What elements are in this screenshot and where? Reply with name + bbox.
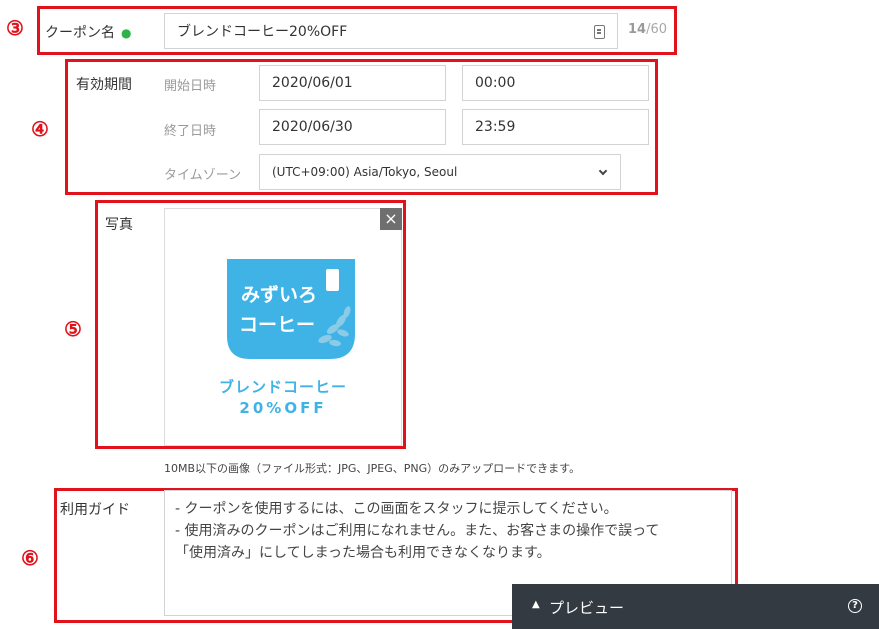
start-time-value: 00:00 xyxy=(475,75,516,91)
end-date-input[interactable]: 2020/06/30 xyxy=(259,109,446,145)
caption-line2: 20%OFF xyxy=(239,399,326,417)
start-date-input[interactable]: 2020/06/01 xyxy=(259,65,446,101)
guide-label: 利用ガイド xyxy=(60,502,130,518)
char-count-max: /60 xyxy=(646,22,668,37)
coupon-name-label: クーポン名 ● xyxy=(45,25,132,41)
start-date-value: 2020/06/01 xyxy=(272,75,353,91)
timezone-select[interactable]: (UTC+09:00) Asia/Tokyo, Seoul xyxy=(259,154,621,190)
emoji-icon[interactable] xyxy=(594,25,605,39)
start-time-input[interactable]: 00:00 xyxy=(462,65,649,101)
logo-text-line1: みずいろ xyxy=(241,284,317,306)
coupon-name-value: ブレンドコーヒー20%OFF xyxy=(177,24,348,40)
timezone-value: (UTC+09:00) Asia/Tokyo, Seoul xyxy=(272,165,458,179)
remove-photo-button[interactable]: × xyxy=(380,208,402,230)
logo-cup-shape xyxy=(326,269,339,291)
caption-line1: ブレンドコーヒー xyxy=(219,378,347,396)
guide-line: - 使用済みのクーポンはご利用になれません。また、お客さまの操作で誤って xyxy=(175,523,660,539)
annotation-marker-4: ④ xyxy=(31,117,49,141)
validity-label: 有効期間 xyxy=(76,77,132,93)
annotation-marker-6: ⑥ xyxy=(21,546,39,570)
timezone-label: タイムゾーン xyxy=(164,168,242,183)
end-time-input[interactable]: 23:59 xyxy=(462,109,649,145)
guide-line: - クーポンを使用するには、この画面をスタッフに提示してください。 xyxy=(175,501,618,517)
preview-bar[interactable]: ▲ プレビュー ? xyxy=(512,584,879,629)
char-count-current: 14 xyxy=(628,22,647,37)
end-datetime-label: 終了日時 xyxy=(164,124,217,139)
guide-line: 「使用済み」にしてしまった場合も利用できなくなります。 xyxy=(175,545,551,561)
close-icon: × xyxy=(384,209,398,228)
annotation-marker-5: ⑤ xyxy=(64,317,82,341)
required-indicator: ● xyxy=(121,26,132,40)
photo-preview[interactable]: みずいろ コーヒー ブレンドコーヒー 20%OFF xyxy=(164,208,402,446)
chevron-down-icon xyxy=(598,166,608,176)
help-icon[interactable]: ? xyxy=(848,599,862,613)
caret-up-icon: ▲ xyxy=(532,599,540,610)
end-date-value: 2020/06/30 xyxy=(272,119,353,135)
annotation-marker-3: ③ xyxy=(6,16,24,40)
logo-text-line2: コーヒー xyxy=(239,314,315,336)
upload-note: 10MB以下の画像（ファイル形式：JPG、JPEG、PNG）のみアップロードでき… xyxy=(164,462,581,475)
preview-label: プレビュー xyxy=(549,599,625,617)
coupon-image: みずいろ コーヒー ブレンドコーヒー 20%OFF xyxy=(219,259,355,417)
coupon-name-input[interactable]: ブレンドコーヒー20%OFF xyxy=(164,13,618,49)
photo-label: 写真 xyxy=(105,217,133,233)
start-datetime-label: 開始日時 xyxy=(164,79,217,94)
end-time-value: 23:59 xyxy=(475,119,516,135)
char-counter: 14/60 xyxy=(628,22,667,37)
